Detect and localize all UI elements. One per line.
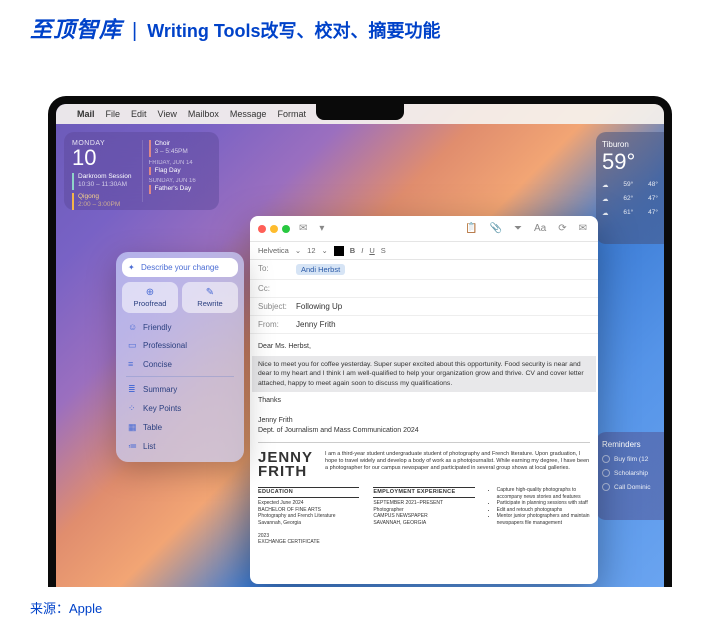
menu-mailbox[interactable]: Mailbox (188, 109, 219, 119)
concise-icon: ≡ (128, 359, 137, 369)
link-icon[interactable]: ⏷ (511, 223, 525, 234)
mail-compose-window: ✉ ▾ 📋 📎 ⏷ Aa ⟳ ✉ Helvetica⌄ 12⌄ B I U S … (250, 216, 598, 584)
menu-file[interactable]: File (106, 109, 121, 119)
menu-mail[interactable]: Mail (77, 109, 95, 119)
transform-keypoints[interactable]: ⁘Key Points (122, 399, 238, 418)
bold-button[interactable]: B (350, 246, 355, 255)
brand-logo: 至顶智库 (30, 12, 122, 44)
list-icon: ≔ (128, 441, 137, 452)
rewrite-icon: ✎ (184, 287, 236, 298)
describe-change-input[interactable]: ✦ Describe your change (122, 258, 238, 277)
color-swatch[interactable] (334, 246, 344, 256)
proofread-button[interactable]: ⊕Proofread (122, 282, 178, 313)
close-button[interactable] (258, 225, 266, 233)
menu-edit[interactable]: Edit (131, 109, 147, 119)
transform-summary[interactable]: ≣Summary (122, 380, 238, 399)
menu-format[interactable]: Format (277, 109, 306, 119)
transform-list[interactable]: ≔List (122, 437, 238, 456)
calendar-event: Father's Day (149, 185, 211, 193)
checkbox-icon[interactable] (602, 483, 610, 491)
mail-body[interactable]: Dear Ms. Herbst, Nice to meet you for co… (250, 334, 598, 554)
transform-table[interactable]: ▦Table (122, 418, 238, 437)
reminder-item[interactable]: Buy film (12 (602, 455, 658, 463)
from-field[interactable]: From:Jenny Frith (250, 316, 598, 334)
strike-button[interactable]: S (381, 246, 386, 255)
calendar-dayname: MONDAY (72, 140, 142, 147)
magnifier-icon: ⊕ (124, 287, 176, 298)
calendar-event: Choir3 – 5:45PM (149, 140, 211, 157)
calendar-widget[interactable]: MONDAY 10 Darkroom Session10:30 – 11:30A… (64, 132, 219, 210)
rewrite-button[interactable]: ✎Rewrite (182, 282, 238, 313)
reminders-widget[interactable]: Reminders Buy film (12 Scholarship Call … (596, 432, 664, 520)
checkbox-icon[interactable] (602, 469, 610, 477)
calendar-event: Flag Day (149, 167, 211, 175)
emoji-icon[interactable]: ⟳ (555, 223, 569, 234)
format-icon[interactable]: Aa (531, 223, 549, 234)
size-select[interactable]: 12 (307, 246, 315, 255)
zoom-button[interactable] (282, 225, 290, 233)
education-heading: EDUCATION (258, 487, 359, 498)
menu-message[interactable]: Message (230, 109, 267, 119)
laptop-frame: Mail File Edit View Mailbox Message Form… (48, 96, 672, 587)
weather-forecast-row: ☁59°48° (602, 181, 658, 189)
writing-tools-panel: ✦ Describe your change ⊕Proofread ✎Rewri… (116, 252, 244, 462)
template-icon[interactable]: 📋 (462, 223, 480, 234)
weather-city: Tiburon (602, 140, 658, 149)
tone-professional[interactable]: ▭Professional (122, 336, 238, 355)
to-field[interactable]: To:Andi Herbst (250, 260, 598, 280)
traffic-lights (258, 225, 290, 233)
resume-bio: I am a third-year student undergraduate … (325, 451, 590, 480)
subject-field[interactable]: Subject:Following Up (250, 298, 598, 316)
minimize-button[interactable] (270, 225, 278, 233)
menu-view[interactable]: View (158, 109, 177, 119)
send-icon[interactable]: ✉ (296, 223, 310, 234)
recipient-pill[interactable]: Andi Herbst (296, 264, 345, 275)
italic-button[interactable]: I (361, 246, 363, 255)
resume-lastname: FRITH (258, 465, 313, 479)
headers-icon[interactable]: ▾ (316, 223, 327, 234)
keypoints-icon: ⁘ (128, 403, 137, 414)
reminders-title: Reminders (602, 440, 658, 449)
reminder-item[interactable]: Scholarship (602, 469, 658, 477)
attach-icon[interactable]: 📎 (487, 223, 505, 234)
resume-attachment: JENNY FRITH I am a third-year student un… (258, 442, 590, 546)
desktop-screen: Mail File Edit View Mailbox Message Form… (56, 104, 664, 587)
weather-temp: 59° (602, 149, 658, 175)
cc-field[interactable]: Cc: (250, 280, 598, 298)
employment-heading: EMPLOYMENT EXPERIENCE (373, 487, 474, 498)
smile-icon: ☺ (128, 322, 137, 332)
table-icon: ▦ (128, 422, 137, 433)
briefcase-icon: ▭ (128, 340, 137, 351)
weather-forecast-row: ☁62°47° (602, 195, 658, 203)
tone-friendly[interactable]: ☺Friendly (122, 318, 238, 336)
display-notch (316, 104, 404, 120)
calendar-event: Darkroom Session10:30 – 11:30AM (72, 173, 142, 190)
underline-button[interactable]: U (369, 246, 374, 255)
selected-text: Nice to meet you for coffee yesterday. S… (252, 356, 596, 393)
calendar-event: Qigong2:00 – 3:00PM (72, 193, 142, 210)
tone-concise[interactable]: ≡Concise (122, 355, 238, 373)
reminder-item[interactable]: Call Dominic (602, 483, 658, 491)
page-title: Writing Tools改写、校对、摘要功能 (147, 17, 440, 43)
font-select[interactable]: Helvetica (258, 246, 289, 255)
weather-forecast-row: ☁61°47° (602, 209, 658, 217)
separator: | (132, 20, 137, 43)
weather-widget[interactable]: Tiburon 59° ☁59°48° ☁62°47° ☁61°47° (596, 132, 664, 244)
window-toolbar: ✉ ▾ 📋 📎 ⏷ Aa ⟳ ✉ (250, 216, 598, 242)
sparkle-icon: ✦ (128, 263, 137, 272)
greeting: Dear Ms. Herbst, (258, 342, 590, 352)
calendar-date: 10 (72, 147, 142, 169)
summary-icon: ≣ (128, 384, 137, 395)
photo-icon[interactable]: ✉ (576, 223, 590, 234)
page-header: 至顶智库 | Writing Tools改写、校对、摘要功能 (0, 0, 720, 50)
checkbox-icon[interactable] (602, 455, 610, 463)
source-attribution: 来源：Apple (30, 598, 102, 617)
format-bar: Helvetica⌄ 12⌄ B I U S (250, 242, 598, 260)
